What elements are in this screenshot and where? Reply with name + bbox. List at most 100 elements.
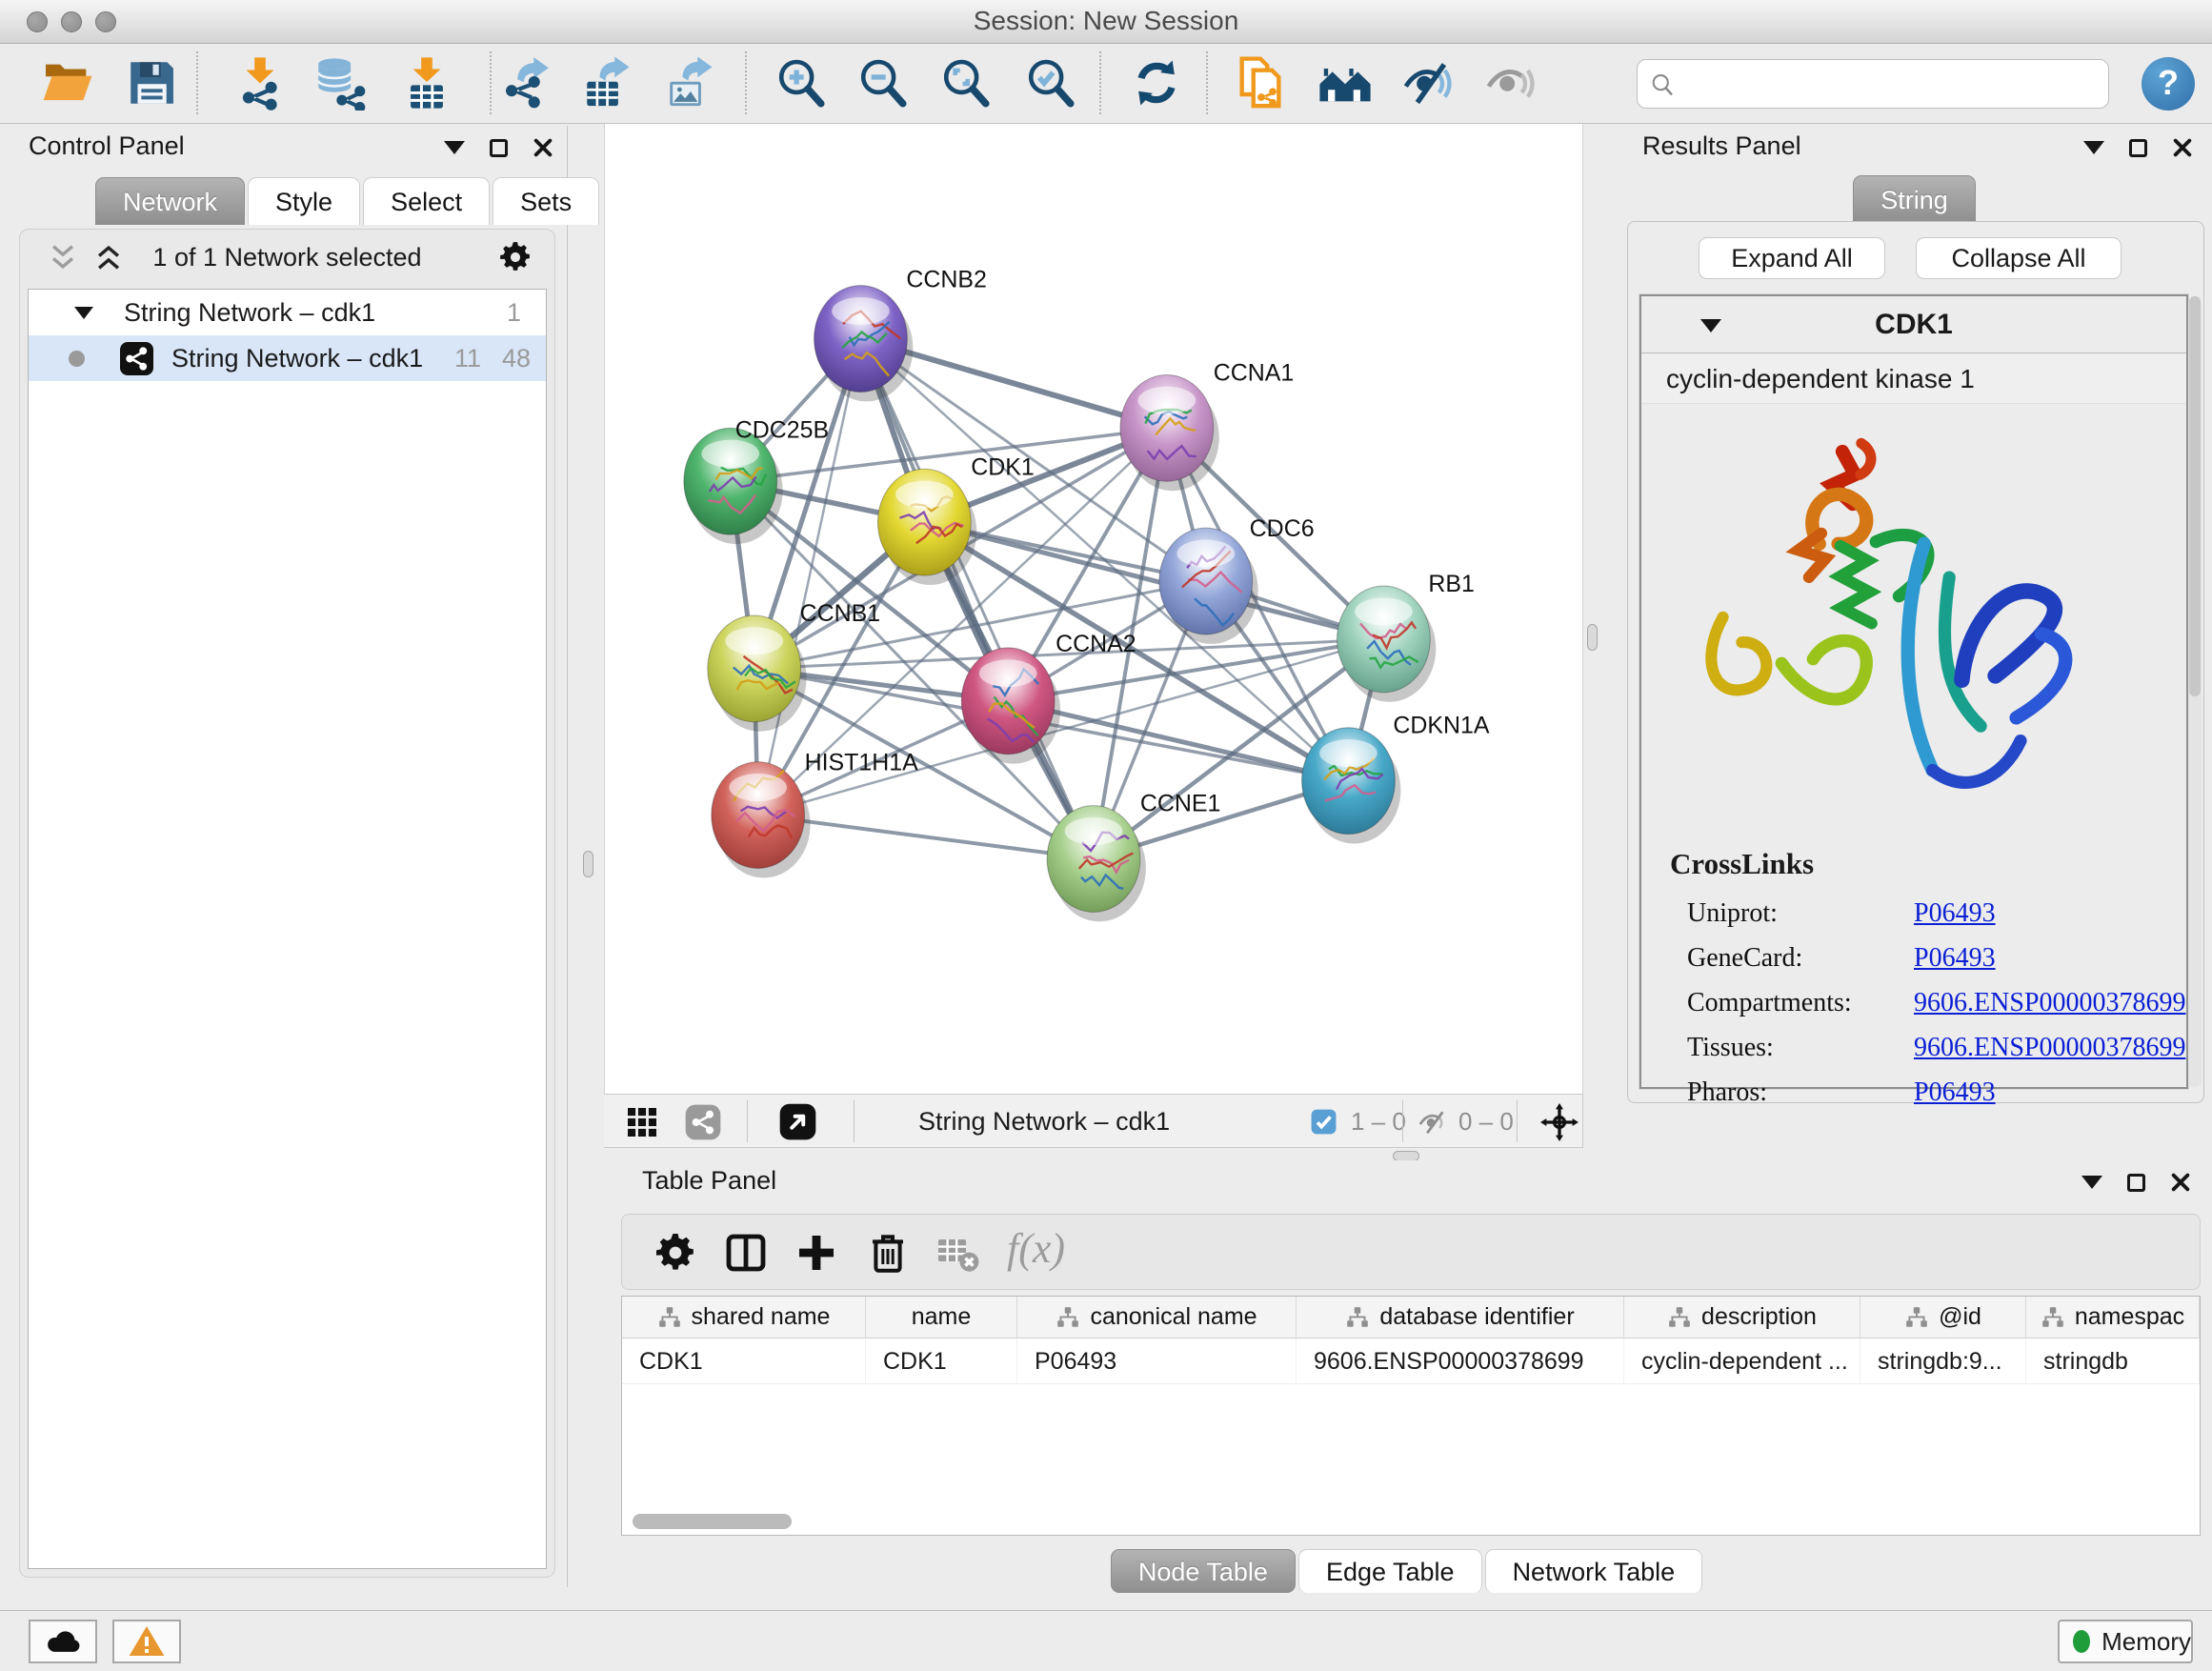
column-header-name[interactable]: name bbox=[866, 1297, 1017, 1338]
vertical-splitter-handle[interactable] bbox=[1587, 624, 1598, 651]
column-header-id[interactable]: @id bbox=[1860, 1297, 2026, 1338]
tab-sets[interactable]: Sets bbox=[493, 177, 599, 225]
duplicate-network-icon[interactable] bbox=[1233, 55, 1288, 111]
network-node-RB1[interactable]: RB1 bbox=[1337, 571, 1475, 702]
import-network-database-icon[interactable] bbox=[312, 55, 367, 111]
zoom-out-icon[interactable] bbox=[855, 55, 911, 111]
results-scrollbar[interactable] bbox=[2188, 296, 2202, 1087]
network-options-gear-icon[interactable] bbox=[497, 239, 533, 275]
node-table: shared name name canonical name database… bbox=[621, 1296, 2201, 1536]
network-node-CCNA1[interactable]: CCNA1 bbox=[1120, 359, 1294, 491]
network-node-CCNB1[interactable]: CCNB1 bbox=[708, 600, 880, 732]
column-header-shared-name[interactable]: shared name bbox=[622, 1297, 866, 1338]
panel-menu-icon[interactable] bbox=[444, 141, 465, 154]
column-header-database-identifier[interactable]: database identifier bbox=[1297, 1297, 1624, 1338]
import-network-file-icon[interactable] bbox=[232, 55, 288, 111]
column-header-canonical-name[interactable]: canonical name bbox=[1017, 1297, 1297, 1338]
hidden-eye-icon[interactable] bbox=[1418, 1106, 1450, 1143]
panel-close-icon[interactable] bbox=[533, 137, 553, 158]
network-tab-content: 1 of 1 Network selected String Network –… bbox=[19, 229, 555, 1578]
column-header-namespace[interactable]: namespac bbox=[2026, 1297, 2200, 1338]
network-edge-CCNB2-HIST1H1A[interactable] bbox=[758, 339, 861, 815]
delete-column-icon[interactable] bbox=[865, 1230, 911, 1276]
tab-style[interactable]: Style bbox=[248, 177, 360, 225]
network-view-canvas[interactable]: CCNB2CCNA1CDC25BCDK1CDC6RB1CCNB1CCNA2CDK… bbox=[604, 124, 1583, 1094]
statusbar-separator bbox=[747, 1100, 748, 1142]
tab-network[interactable]: Network bbox=[95, 177, 245, 225]
zoom-fit-content-icon[interactable] bbox=[938, 55, 994, 111]
function-builder-icon[interactable]: f(x) bbox=[1007, 1224, 1065, 1273]
panel-float-icon[interactable] bbox=[490, 139, 508, 157]
node-details-header[interactable]: CDK1 bbox=[1641, 296, 2186, 353]
network-collection-row[interactable]: String Network – cdk1 1 bbox=[29, 290, 546, 335]
birds-eye-view-icon[interactable] bbox=[777, 1101, 818, 1147]
cloud-icon bbox=[44, 1622, 82, 1661]
table-row[interactable]: CDK1 CDK1 P06493 9606.ENSP00000378699 cy… bbox=[622, 1339, 2200, 1384]
network-name: String Network – cdk1 bbox=[171, 335, 423, 381]
panel-close-icon[interactable] bbox=[2170, 1172, 2191, 1193]
toolbar-search bbox=[1637, 59, 2109, 109]
node-label-CCNE1: CCNE1 bbox=[1140, 791, 1221, 817]
crosslink-pharos-link[interactable]: P06493 bbox=[1914, 1077, 1996, 1108]
crosslink-row: Pharos: P06493 bbox=[1641, 1070, 2186, 1115]
zoom-in-icon[interactable] bbox=[774, 55, 829, 111]
cloud-status-button[interactable] bbox=[29, 1620, 97, 1663]
create-column-icon[interactable] bbox=[794, 1230, 839, 1276]
node-label-RB1: RB1 bbox=[1428, 571, 1475, 597]
node-label-CCNB1: CCNB1 bbox=[800, 600, 881, 627]
crosslink-row: Compartments: 9606.ENSP00000378699 bbox=[1641, 980, 2186, 1025]
node-label-CDK1: CDK1 bbox=[971, 453, 1035, 480]
memory-button[interactable]: Memory bbox=[2058, 1620, 2193, 1663]
refresh-layout-icon[interactable] bbox=[1129, 55, 1184, 111]
network-row[interactable]: String Network – cdk1 11 48 bbox=[29, 335, 546, 381]
network-node-CCNB2[interactable]: CCNB2 bbox=[814, 267, 987, 402]
open-session-icon[interactable] bbox=[40, 55, 95, 111]
tab-network-table[interactable]: Network Table bbox=[1485, 1549, 1703, 1593]
table-horizontal-scrollbar[interactable] bbox=[633, 1514, 792, 1529]
save-session-icon[interactable] bbox=[124, 55, 179, 111]
import-table-file-icon[interactable] bbox=[399, 55, 454, 111]
warnings-button[interactable] bbox=[112, 1620, 181, 1663]
tab-edge-table[interactable]: Edge Table bbox=[1298, 1549, 1482, 1593]
crosslink-row: GeneCard: P06493 bbox=[1641, 936, 2186, 980]
network-node-CDC6[interactable]: CDC6 bbox=[1159, 515, 1315, 644]
string-network-graph[interactable]: CCNB2CCNA1CDC25BCDK1CDC6RB1CCNB1CCNA2CDK… bbox=[605, 124, 1582, 1094]
panel-float-icon[interactable] bbox=[2127, 1174, 2145, 1192]
export-image-icon[interactable] bbox=[663, 55, 718, 111]
table-options-gear-icon[interactable] bbox=[653, 1230, 698, 1276]
hide-selected-icon[interactable] bbox=[1401, 55, 1457, 111]
collection-expand-icon[interactable] bbox=[74, 307, 93, 319]
crosslink-genecard-link[interactable]: P06493 bbox=[1914, 943, 1996, 974]
panel-float-icon[interactable] bbox=[2129, 139, 2147, 157]
vertical-splitter-handle[interactable] bbox=[583, 851, 593, 877]
collapse-all-button[interactable]: Collapse All bbox=[1916, 237, 2122, 279]
search-input[interactable] bbox=[1683, 64, 2093, 102]
tab-select[interactable]: Select bbox=[363, 177, 490, 225]
first-neighbors-icon[interactable] bbox=[1317, 55, 1373, 111]
network-edge-CCNB2-CCNE1[interactable] bbox=[860, 339, 1094, 859]
expand-all-button[interactable]: Expand All bbox=[1699, 237, 1885, 279]
show-columns-icon[interactable] bbox=[723, 1230, 769, 1276]
crosslink-compartments-link[interactable]: 9606.ENSP00000378699 bbox=[1914, 988, 2185, 1018]
network-node-CDKN1A[interactable]: CDKN1A bbox=[1302, 713, 1490, 844]
network-view-mode-icon[interactable] bbox=[684, 1103, 722, 1146]
zoom-selected-icon[interactable] bbox=[1023, 55, 1078, 111]
crosslink-uniprot-link[interactable]: P06493 bbox=[1914, 898, 1996, 929]
tab-node-table[interactable]: Node Table bbox=[1111, 1549, 1296, 1593]
grid-view-icon[interactable] bbox=[625, 1105, 659, 1144]
network-node-HIST1H1A[interactable]: HIST1H1A bbox=[712, 750, 918, 878]
pan-crosshair-icon[interactable] bbox=[1539, 1102, 1579, 1147]
selected-checkbox-icon[interactable] bbox=[1309, 1107, 1338, 1141]
crosslink-tissues-link[interactable]: 9606.ENSP00000378699 bbox=[1914, 1033, 2185, 1063]
panel-close-icon[interactable] bbox=[2172, 137, 2193, 158]
column-header-description[interactable]: description bbox=[1624, 1297, 1860, 1338]
delete-table-icon[interactable] bbox=[935, 1230, 980, 1276]
show-all-icon[interactable] bbox=[1484, 55, 1539, 111]
tab-string[interactable]: String bbox=[1853, 175, 1976, 223]
export-table-icon[interactable] bbox=[580, 55, 635, 111]
network-node-CDC25B[interactable]: CDC25B bbox=[684, 416, 829, 544]
export-network-icon[interactable] bbox=[499, 55, 554, 111]
panel-menu-icon[interactable] bbox=[2081, 1176, 2102, 1189]
help-icon[interactable]: ? bbox=[2142, 57, 2195, 111]
panel-menu-icon[interactable] bbox=[2083, 141, 2104, 154]
